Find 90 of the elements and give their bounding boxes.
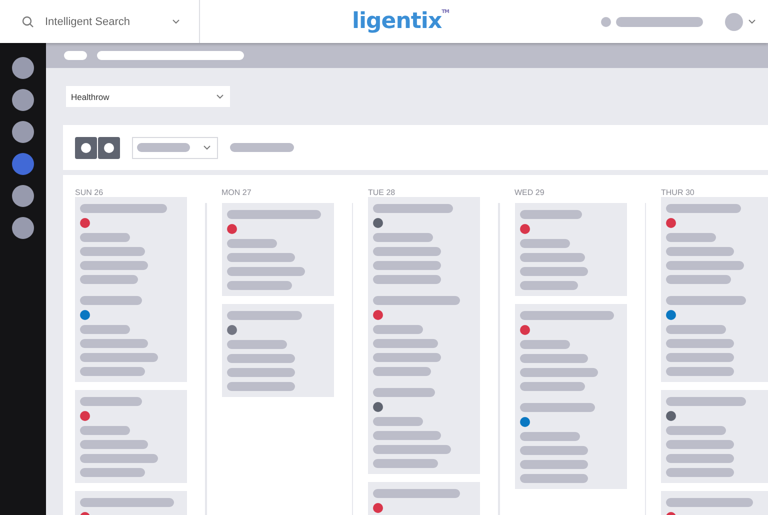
placeholder-bar bbox=[80, 296, 142, 305]
placeholder-bar bbox=[520, 446, 588, 455]
placeholder-bar bbox=[373, 247, 441, 256]
placeholder-bar bbox=[80, 325, 130, 334]
event-card[interactable] bbox=[75, 197, 187, 382]
placeholder-bar bbox=[80, 247, 145, 256]
event-card[interactable] bbox=[661, 197, 768, 382]
status-icon bbox=[601, 16, 611, 26]
sidebar-item[interactable] bbox=[12, 121, 34, 143]
placeholder-bar bbox=[666, 247, 734, 256]
placeholder-bar bbox=[520, 474, 588, 483]
placeholder-bar bbox=[520, 382, 584, 391]
placeholder-bar bbox=[666, 339, 734, 348]
placeholder-bar bbox=[520, 267, 588, 276]
placeholder-bar bbox=[226, 354, 294, 363]
chevron-down-icon bbox=[172, 19, 180, 24]
placeholder-bar bbox=[520, 239, 570, 248]
avatar[interactable] bbox=[725, 12, 743, 30]
placeholder-bar bbox=[80, 261, 148, 270]
placeholder-bar bbox=[80, 468, 145, 477]
event-card[interactable] bbox=[514, 304, 626, 489]
sidebar-item[interactable] bbox=[12, 57, 34, 79]
view-dropdown[interactable] bbox=[132, 136, 218, 158]
logo: ligentix$^{TM}$ bbox=[352, 9, 450, 34]
placeholder-bar bbox=[226, 368, 294, 377]
day-header: MON 27 bbox=[222, 187, 252, 199]
placeholder-bar bbox=[80, 440, 148, 449]
placeholder-bar bbox=[666, 468, 734, 477]
day-header: TUE 28 bbox=[368, 187, 396, 197]
search-icon bbox=[22, 16, 34, 28]
sidebar-item[interactable] bbox=[12, 153, 34, 175]
placeholder-bar bbox=[520, 210, 582, 219]
placeholder-bar bbox=[373, 353, 441, 362]
sidebar-item[interactable] bbox=[12, 185, 34, 207]
placeholder-bar bbox=[666, 440, 734, 449]
chevron-down-icon bbox=[216, 94, 224, 99]
location-dropdown[interactable]: Healthrow bbox=[66, 86, 230, 107]
placeholder-bar bbox=[226, 281, 292, 290]
placeholder-bar bbox=[520, 253, 584, 262]
placeholder-bar bbox=[226, 340, 286, 349]
sidebar-item[interactable] bbox=[12, 217, 34, 239]
placeholder-bar bbox=[520, 340, 570, 349]
placeholder-bar bbox=[666, 325, 726, 334]
view-toggle-button[interactable] bbox=[75, 136, 97, 158]
placeholder-bar bbox=[520, 354, 588, 363]
sidebar-item[interactable] bbox=[12, 89, 34, 111]
placeholder-bar bbox=[666, 233, 716, 242]
placeholder-bar bbox=[226, 253, 294, 262]
placeholder-bar bbox=[80, 275, 138, 284]
placeholder-bar bbox=[226, 382, 294, 391]
placeholder-bar bbox=[373, 388, 435, 397]
placeholder-bar bbox=[520, 281, 578, 290]
placeholder-bar bbox=[80, 397, 142, 406]
placeholder-bar bbox=[373, 417, 423, 426]
view-toggle-button[interactable] bbox=[98, 136, 120, 158]
placeholder-bar bbox=[520, 460, 588, 469]
event-card[interactable] bbox=[222, 203, 334, 296]
placeholder-bar bbox=[373, 261, 441, 270]
placeholder-bar bbox=[666, 275, 731, 284]
event-card[interactable] bbox=[368, 197, 480, 474]
placeholder-bar bbox=[666, 353, 734, 362]
event-card[interactable] bbox=[661, 390, 768, 483]
placeholder-bar bbox=[373, 367, 431, 376]
placeholder-bar bbox=[373, 275, 441, 284]
placeholder-bar bbox=[64, 51, 87, 60]
day-header: WED 29 bbox=[514, 187, 546, 199]
day-header: THUR 30 bbox=[661, 187, 696, 197]
placeholder-bar bbox=[226, 239, 276, 248]
search-field[interactable]: Intelligent Search bbox=[43, 14, 163, 28]
placeholder-bar bbox=[80, 367, 145, 376]
placeholder-bar bbox=[373, 431, 441, 440]
event-card[interactable] bbox=[222, 304, 334, 397]
placeholder-bar bbox=[520, 432, 580, 441]
placeholder-bar bbox=[373, 339, 438, 348]
event-card[interactable] bbox=[514, 203, 626, 296]
event-card[interactable] bbox=[75, 390, 187, 483]
placeholder-bar bbox=[373, 459, 438, 468]
placeholder-bar bbox=[80, 426, 130, 435]
chevron-down-icon bbox=[748, 19, 756, 24]
placeholder-bar bbox=[373, 325, 423, 334]
placeholder-bar bbox=[666, 454, 734, 463]
day-header: SUN 26 bbox=[75, 187, 104, 197]
placeholder-bar bbox=[80, 233, 130, 242]
placeholder-bar bbox=[666, 367, 734, 376]
dropdown-value: Healthrow bbox=[71, 92, 110, 102]
placeholder-bar bbox=[80, 339, 148, 348]
placeholder-bar bbox=[373, 233, 433, 242]
placeholder-bar bbox=[230, 143, 294, 152]
chevron-down-icon bbox=[203, 145, 211, 150]
placeholder-bar bbox=[666, 426, 726, 435]
